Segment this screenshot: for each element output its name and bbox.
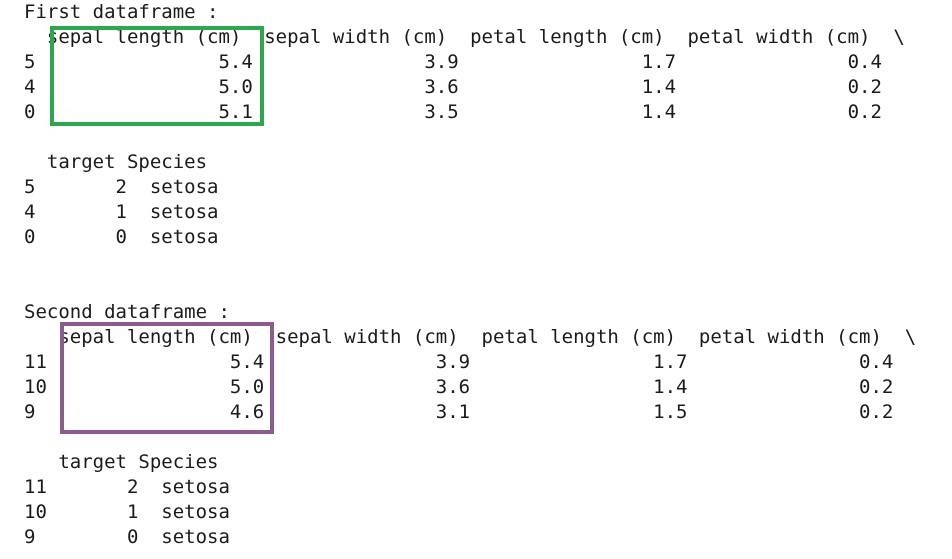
second-subtable-row: 10 1 setosa <box>24 501 230 523</box>
first-subtable-row: 5 2 setosa <box>24 176 219 198</box>
first-subtable-row: 4 1 setosa <box>24 201 219 223</box>
second-subtable-row: 11 2 setosa <box>24 476 230 498</box>
first-column-highlight-box <box>50 26 264 126</box>
first-subtable-header: target Species <box>24 151 208 173</box>
first-subtable-row: 0 0 setosa <box>24 226 219 248</box>
console-output: First dataframe : sepal length (cm) sepa… <box>0 0 952 559</box>
first-dataframe-heading: First dataframe : <box>24 1 219 23</box>
second-column-highlight-box <box>60 322 274 434</box>
second-subtable-row: 9 0 setosa <box>24 526 230 548</box>
second-subtable-header: target Species <box>24 451 219 473</box>
